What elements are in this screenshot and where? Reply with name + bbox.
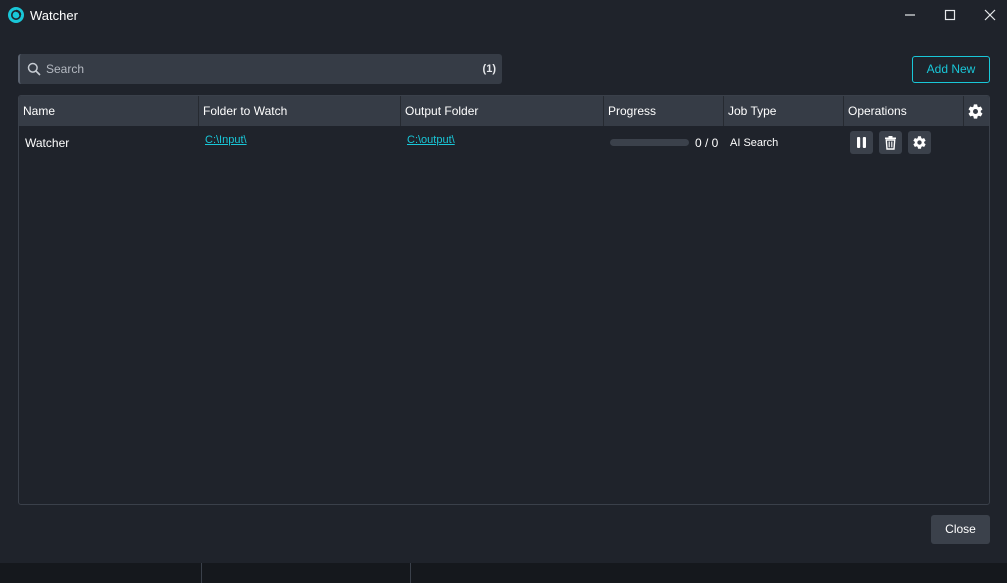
- progress-bar: [610, 139, 689, 146]
- watcher-table: Name Folder to Watch Output Folder Progr…: [18, 95, 990, 505]
- progress-text: 0 / 0: [695, 136, 719, 150]
- column-header-name[interactable]: Name: [19, 96, 199, 126]
- row-name: Watcher: [25, 136, 70, 150]
- close-window-button[interactable]: [970, 0, 1007, 30]
- column-header-output-folder[interactable]: Output Folder: [401, 96, 604, 126]
- maximize-icon: [944, 9, 956, 21]
- pause-button[interactable]: [850, 131, 873, 154]
- column-header-operations: Operations: [844, 96, 964, 126]
- watcher-logo-icon: [8, 7, 24, 23]
- folder-to-watch-link[interactable]: C:\Input\: [205, 134, 247, 168]
- taskbar-divider: [201, 563, 202, 583]
- taskbar-divider: [410, 563, 411, 583]
- add-new-button[interactable]: Add New: [912, 56, 990, 83]
- gear-icon: [913, 136, 926, 149]
- close-button[interactable]: Close: [931, 515, 990, 544]
- minimize-button[interactable]: [890, 0, 930, 30]
- watcher-window: Watcher (1) Add New Name: [0, 0, 1007, 563]
- column-header-folder-to-watch[interactable]: Folder to Watch: [199, 96, 401, 126]
- gear-icon: [968, 104, 983, 119]
- table-header: Name Folder to Watch Output Folder Progr…: [19, 96, 989, 126]
- window-title: Watcher: [30, 8, 78, 23]
- column-settings-button[interactable]: [964, 96, 989, 126]
- output-folder-link[interactable]: C:\output\: [407, 134, 455, 168]
- job-type: AI Search: [730, 137, 779, 149]
- column-header-job-type[interactable]: Job Type: [724, 96, 844, 126]
- search-box[interactable]: (1): [18, 54, 502, 84]
- column-header-progress[interactable]: Progress: [604, 96, 724, 126]
- search-icon: [27, 62, 41, 76]
- trash-icon: [885, 136, 896, 150]
- title-bar: Watcher: [0, 0, 1007, 32]
- taskbar-strip: [0, 563, 1007, 583]
- minimize-icon: [905, 14, 915, 16]
- close-icon: [984, 9, 996, 21]
- search-input[interactable]: [46, 54, 466, 84]
- delete-button[interactable]: [879, 131, 902, 154]
- maximize-button[interactable]: [930, 0, 970, 30]
- search-result-count: (1): [482, 63, 496, 75]
- job-settings-button[interactable]: [908, 131, 931, 154]
- table-row[interactable]: Watcher C:\Input\ C:\output\ 0 / 0 AI Se…: [19, 126, 989, 160]
- pause-icon: [857, 137, 866, 148]
